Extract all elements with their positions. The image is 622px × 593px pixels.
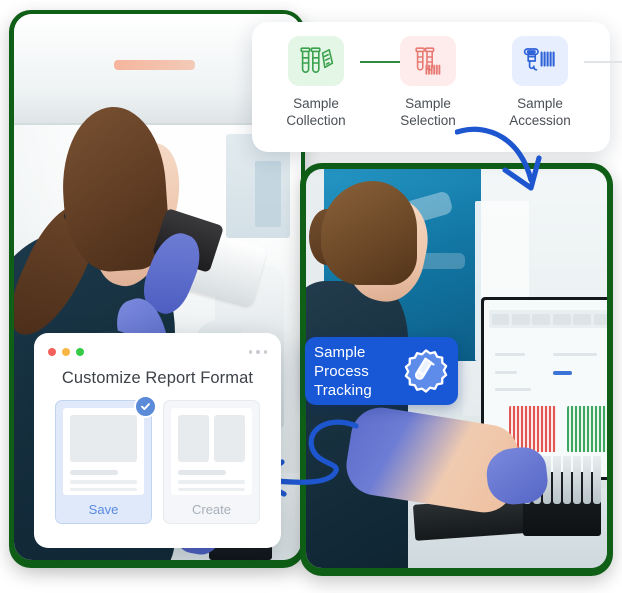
gel-chart-green bbox=[566, 406, 607, 453]
close-button[interactable] bbox=[48, 348, 56, 356]
customize-report-format-dialog: Customize Report Format Save Create bbox=[34, 333, 281, 548]
step-label-line1: Sample bbox=[293, 96, 339, 111]
shelf-box-small bbox=[255, 161, 281, 227]
report-template-options: Save Create bbox=[48, 395, 267, 524]
step-sample-selection[interactable]: Sample Selection bbox=[372, 36, 622, 129]
gear-test-tube-icon bbox=[404, 349, 448, 393]
two-column-template-card[interactable]: Create bbox=[163, 400, 260, 524]
create-button[interactable]: Create bbox=[164, 495, 259, 523]
test-tubes-clipboard-icon bbox=[288, 36, 344, 86]
preview-block bbox=[178, 415, 209, 462]
maximize-button[interactable] bbox=[76, 348, 84, 356]
sample-process-tracking-badge[interactable]: Sample Process Tracking bbox=[305, 337, 458, 405]
step-label-line1: Sample bbox=[517, 96, 563, 111]
template-preview bbox=[171, 408, 252, 495]
dialog-title: Customize Report Format bbox=[61, 369, 254, 387]
template-preview bbox=[63, 408, 144, 495]
check-circle-icon bbox=[134, 395, 157, 418]
step-label: Sample Accession bbox=[509, 95, 571, 129]
step-label: Sample Collection bbox=[286, 95, 345, 129]
preview-blocks bbox=[70, 415, 137, 462]
step-label: Sample Selection bbox=[400, 95, 456, 129]
preview-line bbox=[70, 480, 137, 484]
badge-label: Sample Process Tracking bbox=[314, 343, 372, 400]
badge-label-line2: Process bbox=[314, 362, 369, 380]
dialog-titlebar bbox=[48, 345, 267, 359]
preview-line bbox=[70, 487, 137, 491]
badge-label-line1: Sample bbox=[314, 343, 366, 361]
preview-blocks bbox=[178, 415, 245, 462]
step-label-line2: Collection bbox=[286, 113, 346, 128]
step-sample-collection[interactable]: Sample Collection bbox=[260, 36, 416, 129]
barcode-scanner-icon bbox=[512, 36, 568, 86]
test-tubes-barcode-icon bbox=[400, 36, 456, 86]
preview-line bbox=[178, 487, 245, 491]
sample-workflow-steps-card: Sample Collection Sample Selection Sampl… bbox=[252, 22, 622, 152]
preview-line bbox=[178, 470, 227, 475]
technician-hair bbox=[321, 180, 418, 285]
single-column-template-card[interactable]: Save bbox=[55, 395, 157, 524]
save-button[interactable]: Save bbox=[56, 495, 151, 523]
preview-line bbox=[178, 480, 245, 484]
step-label-line2: Selection bbox=[400, 113, 456, 128]
preview-block bbox=[214, 415, 245, 462]
step-sample-accession[interactable]: Sample Accession bbox=[484, 36, 596, 129]
screen-toolbar bbox=[489, 310, 607, 329]
step-label-line2: Accession bbox=[509, 113, 571, 128]
badge-label-line3: Tracking bbox=[314, 381, 372, 399]
step-label-line1: Sample bbox=[405, 96, 451, 111]
window-controls bbox=[48, 348, 84, 356]
preview-block bbox=[70, 415, 137, 462]
preview-line bbox=[70, 470, 119, 475]
minimize-button[interactable] bbox=[62, 348, 70, 356]
overflow-menu-icon[interactable] bbox=[248, 350, 267, 354]
